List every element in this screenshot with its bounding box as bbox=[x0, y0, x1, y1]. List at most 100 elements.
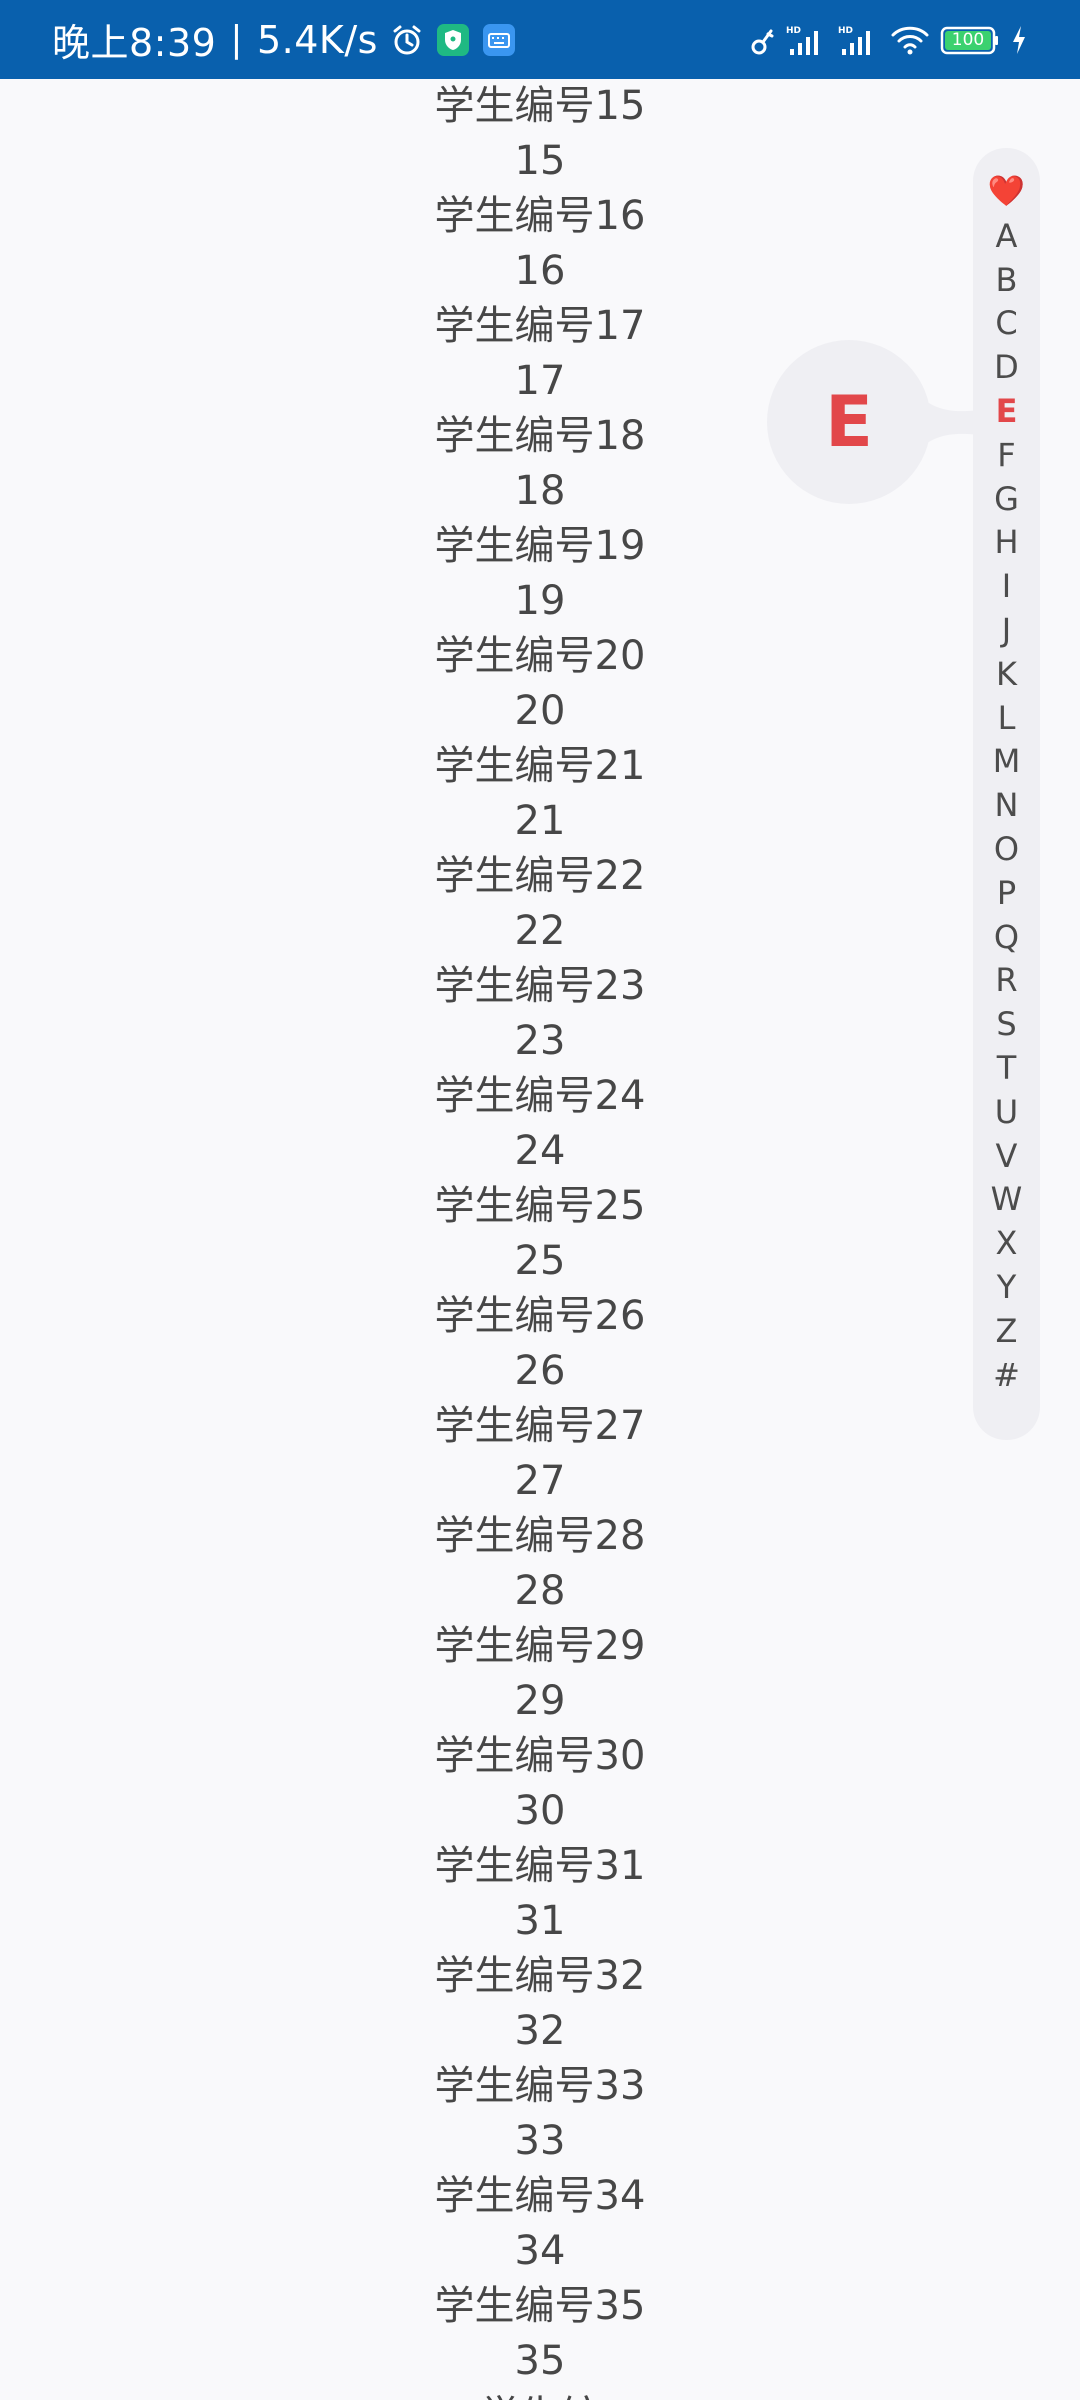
index-letter-hash[interactable]: # bbox=[973, 1353, 1040, 1397]
student-name: 学生编号28 bbox=[434, 1513, 646, 1559]
index-letter-u[interactable]: U bbox=[973, 1090, 1040, 1134]
student-name: 学生编号27 bbox=[434, 1403, 646, 1449]
alphabet-index-bar[interactable]: ❤️ A B C D E F G H I J K L M N O P Q R S T U V W X Y Z # bbox=[973, 148, 1040, 1440]
wifi-icon bbox=[890, 23, 930, 57]
status-net-speed: 5.4K/s bbox=[256, 17, 378, 62]
status-bar: 晚上8:39 | 5.4K/s HD HD 100 bbox=[0, 0, 1080, 79]
list-item[interactable]: 学生编号24 24 bbox=[0, 1069, 1080, 1179]
list-item[interactable]: 学生编号19 19 bbox=[0, 519, 1080, 629]
list-item[interactable]: 学生编号15 15 bbox=[0, 79, 1080, 189]
index-letter-k[interactable]: K bbox=[973, 652, 1040, 696]
student-name: 学生编 bbox=[0, 2389, 1080, 2400]
list-item[interactable]: 学生编号21 21 bbox=[0, 739, 1080, 849]
student-number: 32 bbox=[514, 2008, 566, 2054]
status-bar-right: HD HD 100 bbox=[750, 0, 1028, 79]
student-name: 学生编号24 bbox=[434, 1073, 646, 1119]
index-letter-d[interactable]: D bbox=[973, 345, 1040, 389]
hd-signal-icon-2: HD bbox=[838, 23, 880, 57]
index-letter-g[interactable]: G bbox=[973, 477, 1040, 521]
student-number: 34 bbox=[514, 2228, 566, 2274]
list-item[interactable]: 学生编号33 33 bbox=[0, 2059, 1080, 2169]
list-item[interactable]: 学生编号22 22 bbox=[0, 849, 1080, 959]
index-letter-l[interactable]: L bbox=[973, 696, 1040, 740]
hd-signal-icon: HD bbox=[786, 23, 828, 57]
list-item[interactable]: 学生编号35 35 bbox=[0, 2279, 1080, 2389]
list-item[interactable]: 学生编号32 32 bbox=[0, 1949, 1080, 2059]
index-letter-x[interactable]: X bbox=[973, 1221, 1040, 1265]
student-number: 30 bbox=[514, 1788, 566, 1834]
index-favorite-heart-icon[interactable]: ❤️ bbox=[973, 170, 1040, 214]
student-number: 18 bbox=[514, 468, 566, 514]
student-number: 33 bbox=[514, 2118, 566, 2164]
index-indicator-bubble: E bbox=[767, 340, 931, 504]
list-item[interactable]: 学生编号27 27 bbox=[0, 1399, 1080, 1509]
index-letter-o[interactable]: O bbox=[973, 827, 1040, 871]
index-letter-i[interactable]: I bbox=[973, 564, 1040, 608]
student-number: 23 bbox=[514, 1018, 566, 1064]
index-letter-w[interactable]: W bbox=[973, 1177, 1040, 1221]
student-number: 26 bbox=[514, 1348, 566, 1394]
student-name: 学生编号31 bbox=[434, 1843, 646, 1889]
student-number: 35 bbox=[514, 2338, 566, 2384]
index-letter-r[interactable]: R bbox=[973, 958, 1040, 1002]
index-letter-z[interactable]: Z bbox=[973, 1309, 1040, 1353]
index-letter-n[interactable]: N bbox=[973, 783, 1040, 827]
charging-icon bbox=[1010, 23, 1028, 57]
index-letter-h[interactable]: H bbox=[973, 520, 1040, 564]
student-name: 学生编号33 bbox=[434, 2063, 646, 2109]
index-letter-v[interactable]: V bbox=[973, 1134, 1040, 1178]
student-name: 学生编号34 bbox=[434, 2173, 646, 2219]
shield-app-icon bbox=[436, 23, 470, 57]
list-item[interactable]: 学生编号20 20 bbox=[0, 629, 1080, 739]
student-name: 学生编号23 bbox=[434, 963, 646, 1009]
index-letter-a[interactable]: A bbox=[973, 214, 1040, 258]
list-item[interactable]: 学生编号29 29 bbox=[0, 1619, 1080, 1729]
alarm-icon bbox=[390, 23, 424, 57]
index-letter-p[interactable]: P bbox=[973, 871, 1040, 915]
index-letter-s[interactable]: S bbox=[973, 1002, 1040, 1046]
battery-level: 100 bbox=[951, 29, 985, 50]
student-name: 学生编号29 bbox=[434, 1623, 646, 1669]
index-letter-m[interactable]: M bbox=[973, 739, 1040, 783]
student-number: 21 bbox=[514, 798, 566, 844]
student-number: 22 bbox=[514, 908, 566, 954]
key-icon bbox=[750, 23, 776, 57]
index-letter-b[interactable]: B bbox=[973, 258, 1040, 302]
student-name: 学生编号21 bbox=[434, 743, 646, 789]
list-item[interactable]: 学生编号28 28 bbox=[0, 1509, 1080, 1619]
student-name: 学生编号26 bbox=[434, 1293, 646, 1339]
index-bubble-tail bbox=[918, 395, 988, 450]
list-item[interactable]: 学生编号23 23 bbox=[0, 959, 1080, 1069]
svg-text:HD: HD bbox=[838, 26, 853, 36]
status-time: 晚上8:39 bbox=[52, 21, 217, 65]
student-name: 学生编号15 bbox=[434, 83, 646, 129]
list-item[interactable]: 学生编号26 26 bbox=[0, 1289, 1080, 1399]
list-item[interactable]: 学生编号25 25 bbox=[0, 1179, 1080, 1289]
index-letter-q[interactable]: Q bbox=[973, 915, 1040, 959]
student-number: 16 bbox=[514, 248, 566, 294]
index-letter-y[interactable]: Y bbox=[973, 1265, 1040, 1309]
battery-icon: 100 bbox=[940, 23, 1000, 57]
svg-text:HD: HD bbox=[786, 26, 801, 36]
list-item[interactable]: 学生编号31 31 bbox=[0, 1839, 1080, 1949]
student-number: 15 bbox=[514, 138, 566, 184]
list-item[interactable]: 学生编号30 30 bbox=[0, 1729, 1080, 1839]
index-letter-t[interactable]: T bbox=[973, 1046, 1040, 1090]
student-name: 学生编号35 bbox=[434, 2283, 646, 2329]
keyboard-app-icon bbox=[482, 23, 516, 57]
list-item[interactable]: 学生编号34 34 bbox=[0, 2169, 1080, 2279]
index-letter-c[interactable]: C bbox=[973, 301, 1040, 345]
status-bar-left: 晚上8:39 | 5.4K/s bbox=[52, 0, 516, 79]
list-item[interactable]: 学生编 bbox=[0, 2389, 1080, 2400]
list-item[interactable]: 学生编号16 16 bbox=[0, 189, 1080, 299]
student-name: 学生编号16 bbox=[434, 193, 646, 239]
student-number: 27 bbox=[514, 1458, 566, 1504]
student-number: 31 bbox=[514, 1898, 566, 1944]
index-letter-j[interactable]: J bbox=[973, 608, 1040, 652]
student-name: 学生编号30 bbox=[434, 1733, 646, 1779]
student-number: 29 bbox=[514, 1678, 566, 1724]
student-number: 20 bbox=[514, 688, 566, 734]
student-name: 学生编号19 bbox=[434, 523, 646, 569]
student-number: 25 bbox=[514, 1238, 566, 1284]
status-separator: | bbox=[230, 19, 243, 60]
